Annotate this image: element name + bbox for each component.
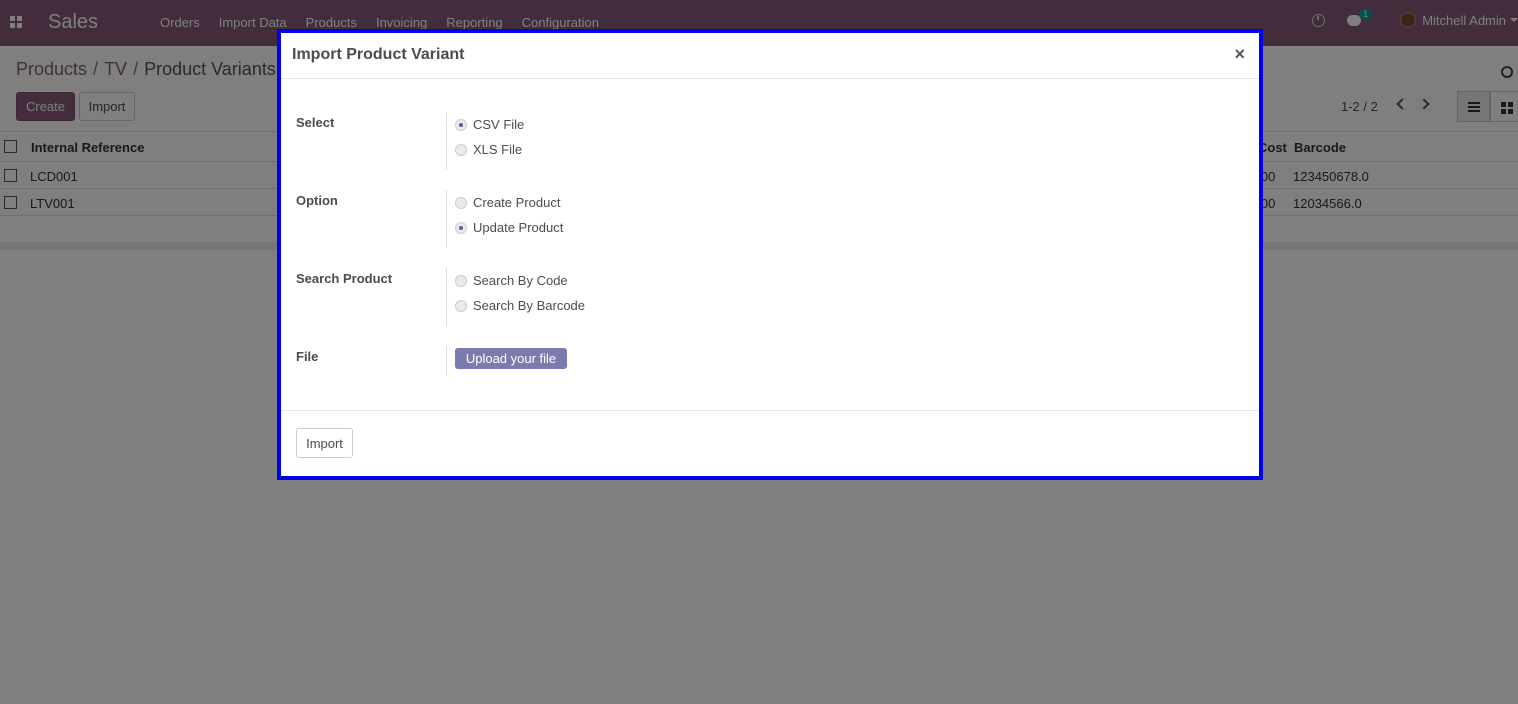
radio-csv-file[interactable]: CSV File: [455, 117, 524, 132]
radio-button[interactable]: [455, 143, 467, 156]
dialog-footer: Import: [281, 411, 1259, 477]
field-divider: [446, 346, 447, 376]
radio-label: XLS File: [473, 142, 523, 157]
dialog-title: Import Product Variant: [292, 46, 465, 63]
radio-button-checked[interactable]: [455, 221, 467, 234]
radio-label: Search By Barcode: [473, 298, 586, 313]
dialog-body: Select CSV File XLS File Option Create P…: [281, 79, 1259, 411]
option-label: Option: [296, 193, 338, 208]
radio-label: CSV File: [473, 117, 525, 132]
radio-search-by-code[interactable]: Search By Code: [455, 273, 568, 288]
select-label: Select: [296, 115, 335, 130]
radio-label: Search By Code: [473, 273, 568, 288]
radio-create-product[interactable]: Create Product: [455, 195, 560, 210]
radio-search-by-barcode[interactable]: Search By Barcode: [455, 298, 585, 313]
upload-file-button[interactable]: Upload your file: [455, 348, 567, 369]
radio-button[interactable]: [455, 274, 467, 287]
field-divider: [446, 112, 447, 170]
file-label: File: [296, 349, 319, 364]
radio-label: Update Product: [473, 220, 564, 235]
import-product-variant-dialog: Import Product Variant × Select CSV File…: [277, 29, 1263, 480]
import-submit-button[interactable]: Import: [296, 428, 353, 458]
radio-update-product[interactable]: Update Product: [455, 220, 563, 235]
search-product-label: Search Product: [296, 271, 393, 286]
field-divider: [446, 268, 447, 326]
radio-button[interactable]: [455, 299, 467, 312]
radio-button-checked[interactable]: [455, 118, 467, 131]
dialog-header: Import Product Variant ×: [281, 33, 1259, 79]
field-divider: [446, 190, 447, 248]
radio-label: Create Product: [473, 195, 561, 210]
radio-button[interactable]: [455, 196, 467, 209]
radio-xls-file[interactable]: XLS File: [455, 142, 522, 157]
close-icon[interactable]: ×: [1234, 44, 1245, 65]
